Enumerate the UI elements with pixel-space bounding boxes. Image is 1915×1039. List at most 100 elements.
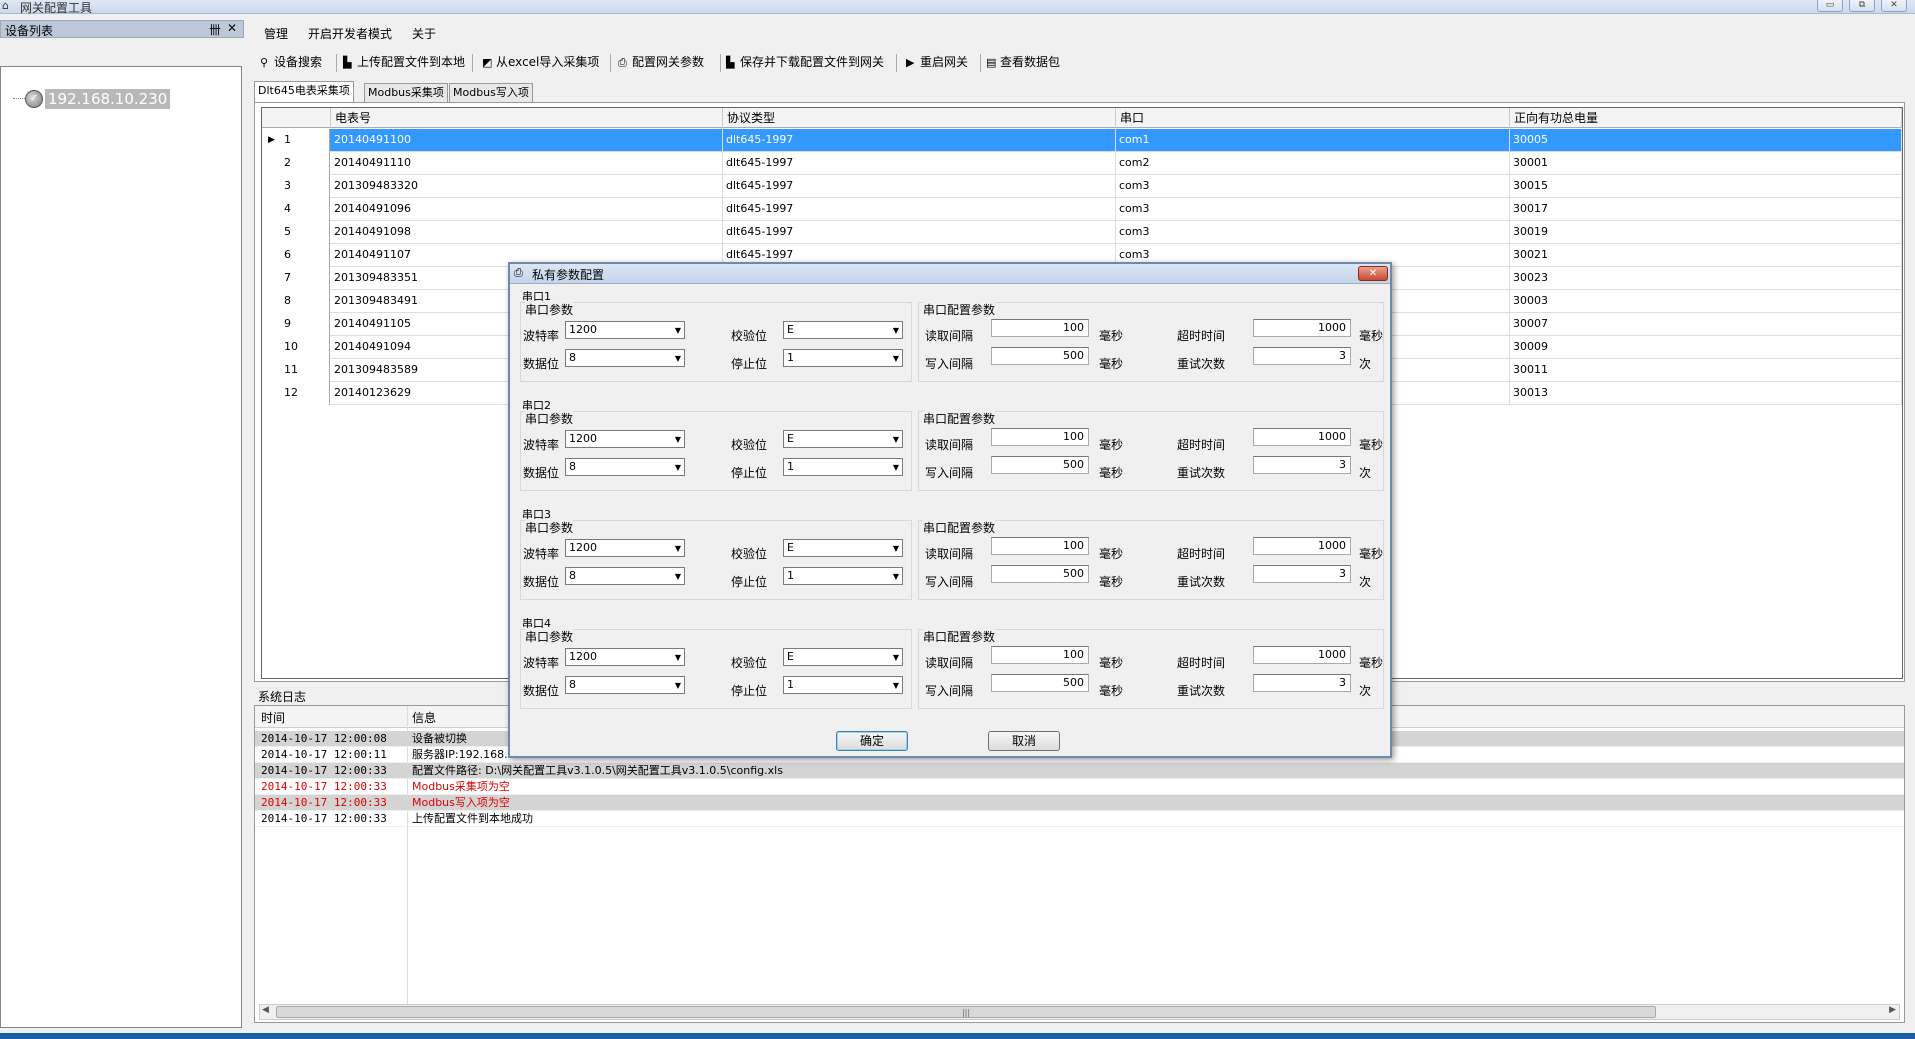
- read-interval-input[interactable]: 100: [991, 428, 1089, 446]
- log-header-time[interactable]: 时间: [261, 709, 285, 726]
- cell-energy[interactable]: 30007: [1510, 313, 1902, 336]
- cancel-button[interactable]: 取消: [988, 731, 1060, 751]
- table-row[interactable]: ▶ 1 20140491100 dlt645-1997 com1 30005: [262, 129, 1902, 152]
- view-packets-button[interactable]: ▤ 查看数据包: [986, 53, 1060, 73]
- cell-energy[interactable]: 30009: [1510, 336, 1902, 359]
- header-protocol[interactable]: 协议类型: [723, 108, 1116, 128]
- menu-developer-mode[interactable]: 开启开发者模式: [308, 25, 392, 42]
- row-header[interactable]: 7: [262, 267, 330, 290]
- save-download-button[interactable]: ▙ 保存并下载配置文件到网关: [726, 53, 884, 73]
- row-header[interactable]: ▶ 1: [262, 129, 330, 152]
- row-header[interactable]: 4: [262, 198, 330, 221]
- dialog-close-button[interactable]: ✕: [1358, 266, 1388, 281]
- row-header[interactable]: 2: [262, 152, 330, 175]
- retries-input[interactable]: 3: [1253, 674, 1351, 692]
- table-row[interactable]: 5 20140491098 dlt645-1997 com3 30019: [262, 221, 1902, 244]
- restart-gateway-button[interactable]: ▶ 重启网关: [906, 53, 968, 73]
- row-header[interactable]: 11: [262, 359, 330, 382]
- cell-port[interactable]: com1: [1116, 129, 1510, 152]
- databits-select[interactable]: 8 ▼: [565, 349, 685, 367]
- cell-meter[interactable]: 20140491096: [331, 198, 723, 221]
- databits-select[interactable]: 8 ▼: [565, 567, 685, 585]
- tab-modbus-write[interactable]: Modbus写入项: [449, 83, 533, 103]
- log-row[interactable]: 2014-10-17 12:00:33 配置文件路径: D:\网关配置工具v3.1…: [255, 763, 1904, 779]
- baud-select[interactable]: 1200 ▼: [565, 321, 685, 339]
- header-port[interactable]: 串口: [1116, 108, 1510, 128]
- cell-protocol[interactable]: dlt645-1997: [723, 129, 1116, 152]
- header-energy[interactable]: 正向有功总电量: [1510, 108, 1902, 128]
- log-row[interactable]: 2014-10-17 12:00:33 上传配置文件到本地成功: [255, 811, 1904, 827]
- upload-config-button[interactable]: ▙ 上传配置文件到本地: [343, 53, 465, 73]
- menu-manage[interactable]: 管理: [264, 25, 288, 42]
- row-header[interactable]: 3: [262, 175, 330, 198]
- parity-select[interactable]: E ▼: [783, 539, 903, 557]
- ok-button[interactable]: 确定: [836, 731, 908, 751]
- cell-protocol[interactable]: dlt645-1997: [723, 198, 1116, 221]
- retries-input[interactable]: 3: [1253, 565, 1351, 583]
- write-interval-input[interactable]: 500: [991, 456, 1089, 474]
- menu-about[interactable]: 关于: [412, 25, 436, 42]
- row-header[interactable]: 6: [262, 244, 330, 267]
- cell-protocol[interactable]: dlt645-1997: [723, 175, 1116, 198]
- cell-energy[interactable]: 30011: [1510, 359, 1902, 382]
- cell-protocol[interactable]: dlt645-1997: [723, 152, 1116, 175]
- cell-energy[interactable]: 30005: [1510, 129, 1902, 152]
- databits-select[interactable]: 8 ▼: [565, 458, 685, 476]
- cell-port[interactable]: com3: [1116, 175, 1510, 198]
- parity-select[interactable]: E ▼: [783, 430, 903, 448]
- log-row[interactable]: 2014-10-17 12:00:33 Modbus写入项为空: [255, 795, 1904, 811]
- timeout-input[interactable]: 1000: [1253, 319, 1351, 337]
- cell-meter[interactable]: 201309483320: [331, 175, 723, 198]
- stopbits-select[interactable]: 1 ▼: [783, 567, 903, 585]
- cell-energy[interactable]: 30015: [1510, 175, 1902, 198]
- timeout-input[interactable]: 1000: [1253, 646, 1351, 664]
- cell-meter[interactable]: 20140491110: [331, 152, 723, 175]
- cell-protocol[interactable]: dlt645-1997: [723, 221, 1116, 244]
- tab-dlt645[interactable]: Dlt645电表采集项: [254, 81, 354, 103]
- table-row[interactable]: 3 201309483320 dlt645-1997 com3 30015: [262, 175, 1902, 198]
- write-interval-input[interactable]: 500: [991, 674, 1089, 692]
- scroll-thumb[interactable]: |||: [276, 1006, 1656, 1018]
- table-row[interactable]: 4 20140491096 dlt645-1997 com3 30017: [262, 198, 1902, 221]
- cell-port[interactable]: com2: [1116, 152, 1510, 175]
- cell-meter[interactable]: 20140491098: [331, 221, 723, 244]
- gateway-config-button[interactable]: ⎙ 配置网关参数: [618, 53, 704, 73]
- pin-icon[interactable]: 卌: [209, 21, 221, 38]
- cell-port[interactable]: com3: [1116, 221, 1510, 244]
- write-interval-input[interactable]: 500: [991, 565, 1089, 583]
- baud-select[interactable]: 1200 ▼: [565, 430, 685, 448]
- baud-select[interactable]: 1200 ▼: [565, 539, 685, 557]
- cell-energy[interactable]: 30001: [1510, 152, 1902, 175]
- log-row[interactable]: 2014-10-17 12:00:33 Modbus采集项为空: [255, 779, 1904, 795]
- cell-energy[interactable]: 30017: [1510, 198, 1902, 221]
- row-header[interactable]: 5: [262, 221, 330, 244]
- cell-port[interactable]: com3: [1116, 198, 1510, 221]
- table-row[interactable]: 2 20140491110 dlt645-1997 com2 30001: [262, 152, 1902, 175]
- log-header-info[interactable]: 信息: [412, 709, 436, 726]
- retries-input[interactable]: 3: [1253, 456, 1351, 474]
- read-interval-input[interactable]: 100: [991, 646, 1089, 664]
- cell-meter[interactable]: 20140491100: [331, 129, 723, 152]
- cell-energy[interactable]: 30023: [1510, 267, 1902, 290]
- close-button[interactable]: ✕: [1881, 0, 1907, 12]
- parity-select[interactable]: E ▼: [783, 321, 903, 339]
- excel-import-button[interactable]: ◩ 从excel导入采集项: [482, 53, 599, 73]
- device-search-button[interactable]: ⚲ 设备搜索: [260, 53, 322, 73]
- row-header[interactable]: 8: [262, 290, 330, 313]
- read-interval-input[interactable]: 100: [991, 537, 1089, 555]
- retries-input[interactable]: 3: [1253, 347, 1351, 365]
- read-interval-input[interactable]: 100: [991, 319, 1089, 337]
- stopbits-select[interactable]: 1 ▼: [783, 458, 903, 476]
- timeout-input[interactable]: 1000: [1253, 428, 1351, 446]
- cell-energy[interactable]: 30021: [1510, 244, 1902, 267]
- panel-close-icon[interactable]: ✕: [227, 21, 237, 35]
- scroll-right-icon[interactable]: ▶: [1889, 1005, 1896, 1015]
- maximize-button[interactable]: ⧉: [1849, 0, 1875, 12]
- databits-select[interactable]: 8 ▼: [565, 676, 685, 694]
- write-interval-input[interactable]: 500: [991, 347, 1089, 365]
- parity-select[interactable]: E ▼: [783, 648, 903, 666]
- cell-energy[interactable]: 30013: [1510, 382, 1902, 405]
- cell-energy[interactable]: 30003: [1510, 290, 1902, 313]
- row-header[interactable]: 10: [262, 336, 330, 359]
- scroll-left-icon[interactable]: ◀: [262, 1005, 269, 1015]
